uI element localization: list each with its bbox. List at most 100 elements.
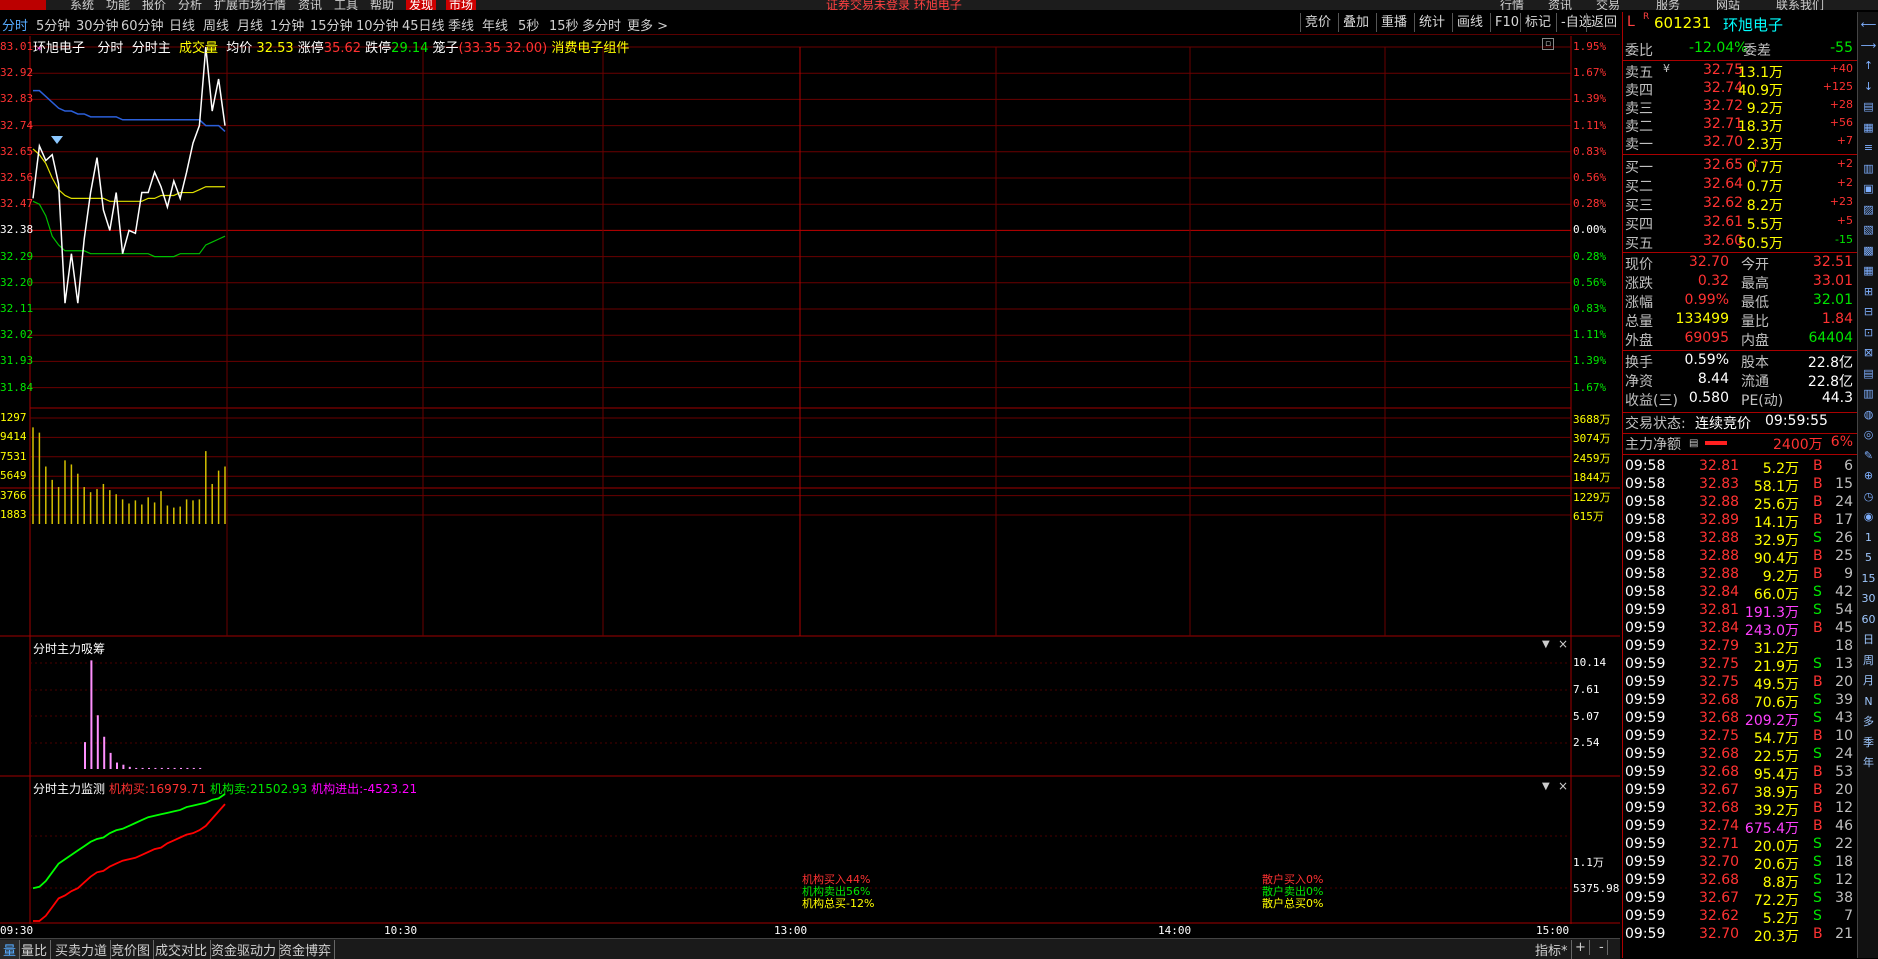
sidebar-tool-icon[interactable]: ▨ [1860,201,1877,218]
toolbar-back[interactable]: 返回 [1586,13,1621,32]
top-right-link[interactable]: 行情 [1500,0,1524,10]
tab-auction-chart[interactable]: 竞价图 [108,940,155,959]
sidebar-tool-icon[interactable]: ◷ [1860,488,1877,505]
menu-item[interactable]: 扩展市场行情 [214,0,286,10]
sidebar-tool-icon[interactable]: ◉ [1860,508,1877,525]
sidebar-tool-icon[interactable]: ⊡ [1860,324,1877,341]
expand-icon[interactable]: ▫ [1542,38,1554,50]
menu-item[interactable]: 市场 [446,0,477,10]
sidebar-tool-icon[interactable]: 年 [1860,754,1877,771]
period-tab[interactable]: 15分钟 [310,15,353,34]
close-icon[interactable]: × [1558,779,1568,793]
toolbar-mark[interactable]: 标记 [1520,13,1555,32]
toolbar-stats[interactable]: 统计 [1414,13,1449,32]
indicator-button[interactable]: 指标* [1532,940,1572,959]
sidebar-tool-icon[interactable]: 周 [1860,652,1877,669]
menu-item[interactable]: 帮助 [370,0,394,10]
sidebar-tool-icon[interactable]: ⊕ [1860,467,1877,484]
menu-item[interactable]: 系统 [70,0,94,10]
period-tab[interactable]: 年线 [482,15,508,34]
toolbar-f10[interactable]: F10 [1490,13,1523,32]
list-icon[interactable]: ▤ [1689,438,1698,449]
sidebar-tool-icon[interactable]: ↓ [1860,78,1877,95]
menu-item[interactable]: 发现 [406,0,437,10]
sidebar-tool-icon[interactable]: ⊞ [1860,283,1877,300]
period-tab[interactable]: 月线 [237,15,263,34]
tab-volume[interactable]: 量 [0,940,21,959]
menu-item[interactable]: 报价 [142,0,166,10]
period-tab[interactable]: 5秒 [518,15,539,34]
sidebar-tool-icon[interactable]: ⟵ [1860,16,1877,33]
tab-buy-sell-power[interactable]: 买卖力道 [52,940,112,959]
period-tab[interactable]: 30分钟 [76,15,119,34]
tab-deal-compare[interactable]: 成交对比 [152,940,212,959]
sidebar-tool-icon[interactable]: 15 [1860,570,1877,587]
dropdown-icon[interactable]: ▼ [1542,781,1550,792]
top-right-link[interactable]: 交易 [1596,0,1620,10]
period-tab[interactable]: 1分钟 [270,15,304,34]
sidebar-tool-icon[interactable]: ▧ [1860,221,1877,238]
dropdown-icon[interactable]: ▼ [1542,639,1550,650]
toolbar-replay[interactable]: 重播 [1376,13,1411,32]
sidebar-tool-icon[interactable]: ⊟ [1860,303,1877,320]
period-tab[interactable]: 60分钟 [121,15,164,34]
mode-intraday[interactable]: 分时 [97,41,123,56]
tab-fund-drive[interactable]: 资金驱动力 [208,940,281,959]
sidebar-tool-icon[interactable]: ▤ [1860,98,1877,115]
sidebar-tool-icon[interactable]: ⊠ [1860,344,1877,361]
sidebar-tool-icon[interactable]: 日 [1860,631,1877,648]
period-tab[interactable]: 10分钟 [356,15,399,34]
sidebar-tool-icon[interactable]: 5 [1860,549,1877,566]
sidebar-tool-icon[interactable]: ✎ [1860,447,1877,464]
sidebar-tool-icon[interactable]: ↑ [1860,57,1877,74]
sidebar-tool-icon[interactable]: ▤ [1860,365,1877,382]
sidebar-tool-icon[interactable]: ◎ [1860,426,1877,443]
toolbar-overlay[interactable]: 叠加 [1338,13,1373,32]
toolbar-draw[interactable]: 画线 [1452,13,1487,32]
top-right-link[interactable]: 网站 [1716,0,1740,10]
sidebar-tool-icon[interactable]: 1 [1860,529,1877,546]
period-tab[interactable]: 分时 [2,15,28,34]
volume-toggle[interactable]: 成交量 [179,41,218,56]
intraday-chart-area[interactable]: 环旭电子 分时 分时主 成交量 均价 32.53 涨停35.62 跌停29.14… [0,36,1620,937]
sector-link[interactable]: 消费电子组件 [551,41,629,56]
top-right-link[interactable]: 资讯 [1548,0,1572,10]
sidebar-tool-icon[interactable]: N [1860,693,1877,710]
mode-intraday-main[interactable]: 分时主 [132,41,171,56]
sidebar-tool-icon[interactable]: ⟶ [1860,37,1877,54]
tab-volume-ratio[interactable]: 量比 [18,940,52,959]
sidebar-tool-icon[interactable]: ≡ [1860,139,1877,156]
sidebar-tool-icon[interactable]: 月 [1860,672,1877,689]
more-periods[interactable]: 更多 > [627,15,668,34]
sidebar-tool-icon[interactable]: 60 [1860,611,1877,628]
close-icon[interactable]: × [1558,637,1568,651]
sidebar-tool-icon[interactable]: ▥ [1860,385,1877,402]
sidebar-tool-icon[interactable]: ▦ [1860,119,1877,136]
period-tab[interactable]: 多分时 [582,15,621,34]
tab-fund-game[interactable]: 资金博弈 [276,940,336,959]
sidebar-tool-icon[interactable]: ▥ [1860,160,1877,177]
sidebar-tool-icon[interactable]: 30 [1860,590,1877,607]
menu-item[interactable]: 资讯 [298,0,322,10]
period-tab[interactable]: 15秒 [549,15,579,34]
period-tab[interactable]: 45日线 [402,15,445,34]
sidebar-tool-icon[interactable]: ◍ [1860,406,1877,423]
period-tab[interactable]: 周线 [203,15,229,34]
toolbar-auction[interactable]: 竞价 [1300,13,1335,32]
top-right-link[interactable]: 服务 [1656,0,1680,10]
period-tab[interactable]: 5分钟 [36,15,70,34]
sidebar-tool-icon[interactable]: ▣ [1860,180,1877,197]
sidebar-tool-icon[interactable]: ▩ [1860,242,1877,259]
zoom-out-button[interactable]: - [1596,940,1608,955]
sidebar-tool-icon[interactable]: 多 [1860,713,1877,730]
trade-time: 09:59:55 [1765,413,1828,429]
zoom-in-button[interactable]: + [1572,940,1590,955]
period-tab[interactable]: 季线 [448,15,474,34]
menu-item[interactable]: 工具 [334,0,358,10]
sidebar-tool-icon[interactable]: ▦ [1860,262,1877,279]
menu-item[interactable]: 分析 [178,0,202,10]
menu-item[interactable]: 功能 [106,0,130,10]
sidebar-tool-icon[interactable]: 季 [1860,734,1877,751]
period-tab[interactable]: 日线 [169,15,195,34]
top-right-link[interactable]: 联系我们 [1776,0,1824,10]
